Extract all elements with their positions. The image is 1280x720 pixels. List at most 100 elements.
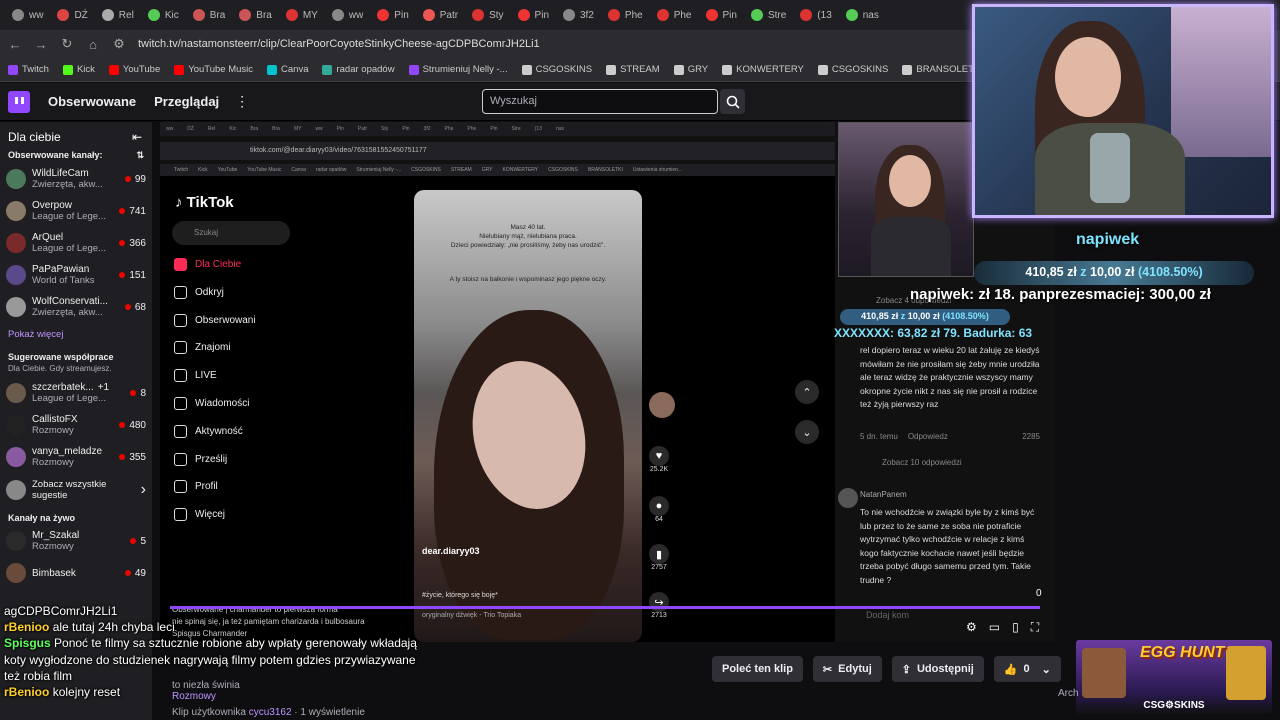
channel-name-text: PaPaPawian: [32, 264, 90, 275]
viewer-count: 8: [130, 388, 146, 399]
tiktok-nav-item: Profil: [174, 480, 218, 494]
tiktok-nav-item: LIVE: [174, 369, 217, 383]
bookmark-item[interactable]: Strumieniuj Nelly -...: [408, 64, 508, 75]
settings-icon[interactable]: ⚙: [966, 620, 977, 635]
channel-text: Mr_Szakal Rozmowy: [32, 530, 130, 552]
tiktok-nav-item: Aktywność: [174, 424, 243, 438]
sort-icon[interactable]: ⇅: [136, 150, 144, 161]
sidebar-channel[interactable]: ArQuel League of Lege... 366: [0, 227, 152, 259]
bookmark-item[interactable]: radar opadów: [322, 64, 395, 75]
sidebar-channel[interactable]: szczerbatek... +1 League of Lege... 8: [0, 377, 152, 409]
channel-name: Overpow: [32, 200, 119, 211]
browser-tab[interactable]: Phe: [602, 3, 649, 27]
clip-category[interactable]: Rozmowy: [172, 691, 240, 702]
viewer-count-text: 366: [129, 237, 146, 249]
sidebar-channel[interactable]: WolfConservati... Zwierzęta, akw... 68: [0, 291, 152, 323]
bookmark-label: GRY: [687, 64, 709, 75]
bookmark-icon: [322, 64, 333, 75]
browser-tab[interactable]: ww: [326, 3, 369, 27]
browser-tab[interactable]: Bra: [233, 3, 278, 27]
browser-tab[interactable]: Kic: [142, 3, 185, 27]
tiktok-nav-label: Dla Ciebie: [195, 259, 242, 270]
site-info-icon[interactable]: ⚙: [112, 36, 126, 52]
sidebar-channel[interactable]: Bimbasek 49: [0, 557, 152, 589]
browser-tab[interactable]: Bra: [187, 3, 232, 27]
egg-hunt-banner: EGG HUNT CSG⚙SKINS: [1076, 640, 1272, 714]
browser-tab[interactable]: ww: [6, 3, 49, 27]
inner-tab-label: nas: [555, 126, 565, 132]
browser-tab[interactable]: Pin: [512, 3, 555, 27]
heart-icon: ♥: [649, 446, 669, 466]
pip-icon[interactable]: ▭: [989, 620, 1000, 635]
tiktok-nav-icon: [174, 397, 187, 410]
bookmark-item[interactable]: Canva: [267, 64, 308, 75]
tab-label: MY: [302, 9, 318, 21]
tab-favicon-icon: [422, 9, 435, 21]
clip-author-link[interactable]: cycu3162: [249, 707, 292, 718]
browser-tab[interactable]: Sty: [466, 3, 509, 27]
see-all-suggestions[interactable]: Zobacz wszystkie sugestie ›: [0, 473, 152, 507]
browser-tab[interactable]: Patr: [417, 3, 464, 27]
sidebar-channel[interactable]: CallistoFX Rozmowy 480: [0, 409, 152, 441]
bookmark-item[interactable]: Twitch: [8, 64, 49, 75]
bookmark-item[interactable]: GRY: [673, 64, 709, 75]
show-more-link[interactable]: Pokaż więcej: [0, 323, 152, 346]
video-author: dear.diaryy03: [422, 546, 480, 556]
home-icon[interactable]: ⌂: [86, 37, 100, 52]
share-icon: ↪: [649, 592, 669, 612]
viewer-count-text: 8: [140, 387, 146, 399]
theater-icon[interactable]: ▯: [1012, 620, 1019, 635]
browser-tab[interactable]: 3f2: [557, 3, 600, 27]
search-input[interactable]: Wyszukaj: [482, 89, 718, 114]
url-field[interactable]: twitch.tv/nastamonsteerr/clip/ClearPoorC…: [138, 38, 540, 50]
browser-tab[interactable]: (13: [794, 3, 837, 27]
donation-percent: (4108.50%): [1138, 265, 1203, 279]
bookmark-item[interactable]: KONWERTERY: [722, 64, 804, 75]
bookmark-item[interactable]: BRANSOLETKI: [902, 64, 983, 75]
twitch-logo-icon[interactable]: [8, 90, 30, 113]
viewer-count-text: 741: [129, 205, 146, 217]
bookmark-item[interactable]: CSGOSKINS: [817, 64, 888, 75]
like-button[interactable]: 👍 0 ⌄: [993, 656, 1061, 682]
edit-button[interactable]: ✂ Edytuj: [812, 656, 882, 682]
browser-tab[interactable]: Stre: [745, 3, 792, 27]
more-icon[interactable]: ⋮: [235, 93, 249, 110]
channel-text: vanya_meladze Rozmowy: [32, 446, 119, 468]
bookmark-item[interactable]: YouTube Music: [174, 64, 253, 75]
forward-icon[interactable]: →: [34, 37, 48, 52]
bookmark-item[interactable]: YouTube: [108, 64, 161, 75]
browser-tab[interactable]: MY: [280, 3, 324, 27]
tab-label: Pin: [534, 9, 549, 21]
nav-following[interactable]: Obserwowane: [48, 94, 136, 109]
bookmark-label: YouTube Music: [188, 64, 254, 75]
add-comment: Dodaj kom: [866, 610, 910, 620]
browser-tab[interactable]: Rel: [96, 3, 140, 27]
browser-tab[interactable]: Pin: [700, 3, 743, 27]
browser-tab[interactable]: Phe: [651, 3, 698, 27]
avatar-stack: [6, 480, 26, 500]
browser-tab[interactable]: DŹ: [51, 3, 93, 27]
fullscreen-icon[interactable]: ⛶: [1031, 620, 1039, 635]
tab-favicon-icon: [517, 9, 530, 21]
bookmark-label: YouTube: [122, 64, 161, 75]
sidebar-channel[interactable]: WildLifeCam Zwierzęta, akw... 99: [0, 163, 152, 195]
back-icon[interactable]: ←: [8, 37, 22, 52]
search-button[interactable]: [720, 89, 745, 114]
sidebar-channel[interactable]: Mr_Szakal Rozmowy 5: [0, 525, 152, 557]
collapse-icon[interactable]: ⇤: [132, 130, 142, 144]
recommend-clip-button[interactable]: Poleć ten klip: [712, 656, 803, 682]
bookmark-item[interactable]: STREAM: [606, 64, 660, 75]
bookmark-item[interactable]: Kick: [62, 64, 95, 75]
share-button[interactable]: ⇪ Udostępnij: [891, 656, 984, 682]
sidebar-channel[interactable]: vanya_meladze Rozmowy 355: [0, 441, 152, 473]
sidebar-channel[interactable]: Overpow League of Lege... 741: [0, 195, 152, 227]
sidebar-channel[interactable]: PaPaPawian World of Tanks 151: [0, 259, 152, 291]
bookmark-icon: ▮: [649, 544, 669, 564]
nav-browse[interactable]: Przeglądaj: [154, 94, 219, 109]
reload-icon[interactable]: ↻: [60, 36, 74, 52]
tiktok-nav-item: Prześlij: [174, 452, 227, 466]
browser-tab[interactable]: nas: [840, 3, 885, 27]
viewer-count-text: 151: [129, 269, 146, 281]
bookmark-item[interactable]: CSGOSKINS: [521, 64, 592, 75]
browser-tab[interactable]: Pin: [371, 3, 414, 27]
